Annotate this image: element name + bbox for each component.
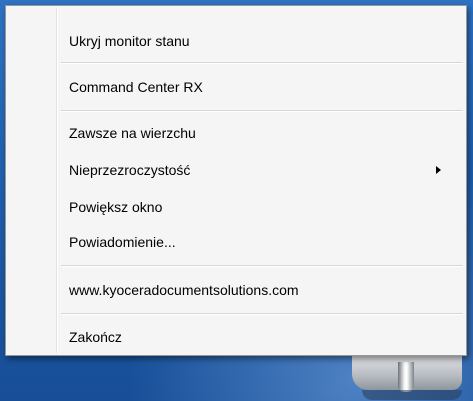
context-menu: Ukryj monitor stanu Command Center RX Za… [5, 5, 467, 356]
menu-item-label: Ukryj monitor stanu [69, 33, 190, 49]
menu-separator [61, 62, 463, 64]
menu-item-notification[interactable]: Powiadomienie... [9, 229, 463, 255]
menu-item-hide-status-monitor[interactable]: Ukryj monitor stanu [9, 28, 463, 54]
menu-item-website-link[interactable]: www.kyoceradocumentsolutions.com [9, 277, 463, 303]
printer-device-slot [398, 362, 414, 392]
menu-item-command-center-rx[interactable]: Command Center RX [9, 74, 463, 100]
menu-item-label: Powiększ okno [69, 199, 163, 215]
menu-item-enlarge-window[interactable]: Powiększ okno [9, 194, 463, 220]
menu-item-opacity[interactable]: Nieprzezroczystość [9, 157, 463, 183]
menu-item-label: Zawsze na wierzchu [69, 125, 196, 141]
submenu-arrow-icon [436, 166, 441, 174]
menu-separator [61, 313, 463, 315]
menu-item-label: Zakończ [69, 329, 122, 345]
menu-item-label: Nieprzezroczystość [69, 162, 191, 178]
printer-device-shadow [362, 390, 462, 400]
menu-item-label: Command Center RX [69, 79, 203, 95]
menu-item-label: Powiadomienie... [69, 234, 176, 250]
printer-device-image [352, 352, 462, 401]
menu-item-always-on-top[interactable]: Zawsze na wierzchu [9, 120, 463, 146]
menu-separator [61, 265, 463, 267]
menu-separator [61, 110, 463, 112]
menu-item-exit[interactable]: Zakończ [9, 324, 463, 350]
menu-item-label: www.kyoceradocumentsolutions.com [69, 282, 299, 298]
